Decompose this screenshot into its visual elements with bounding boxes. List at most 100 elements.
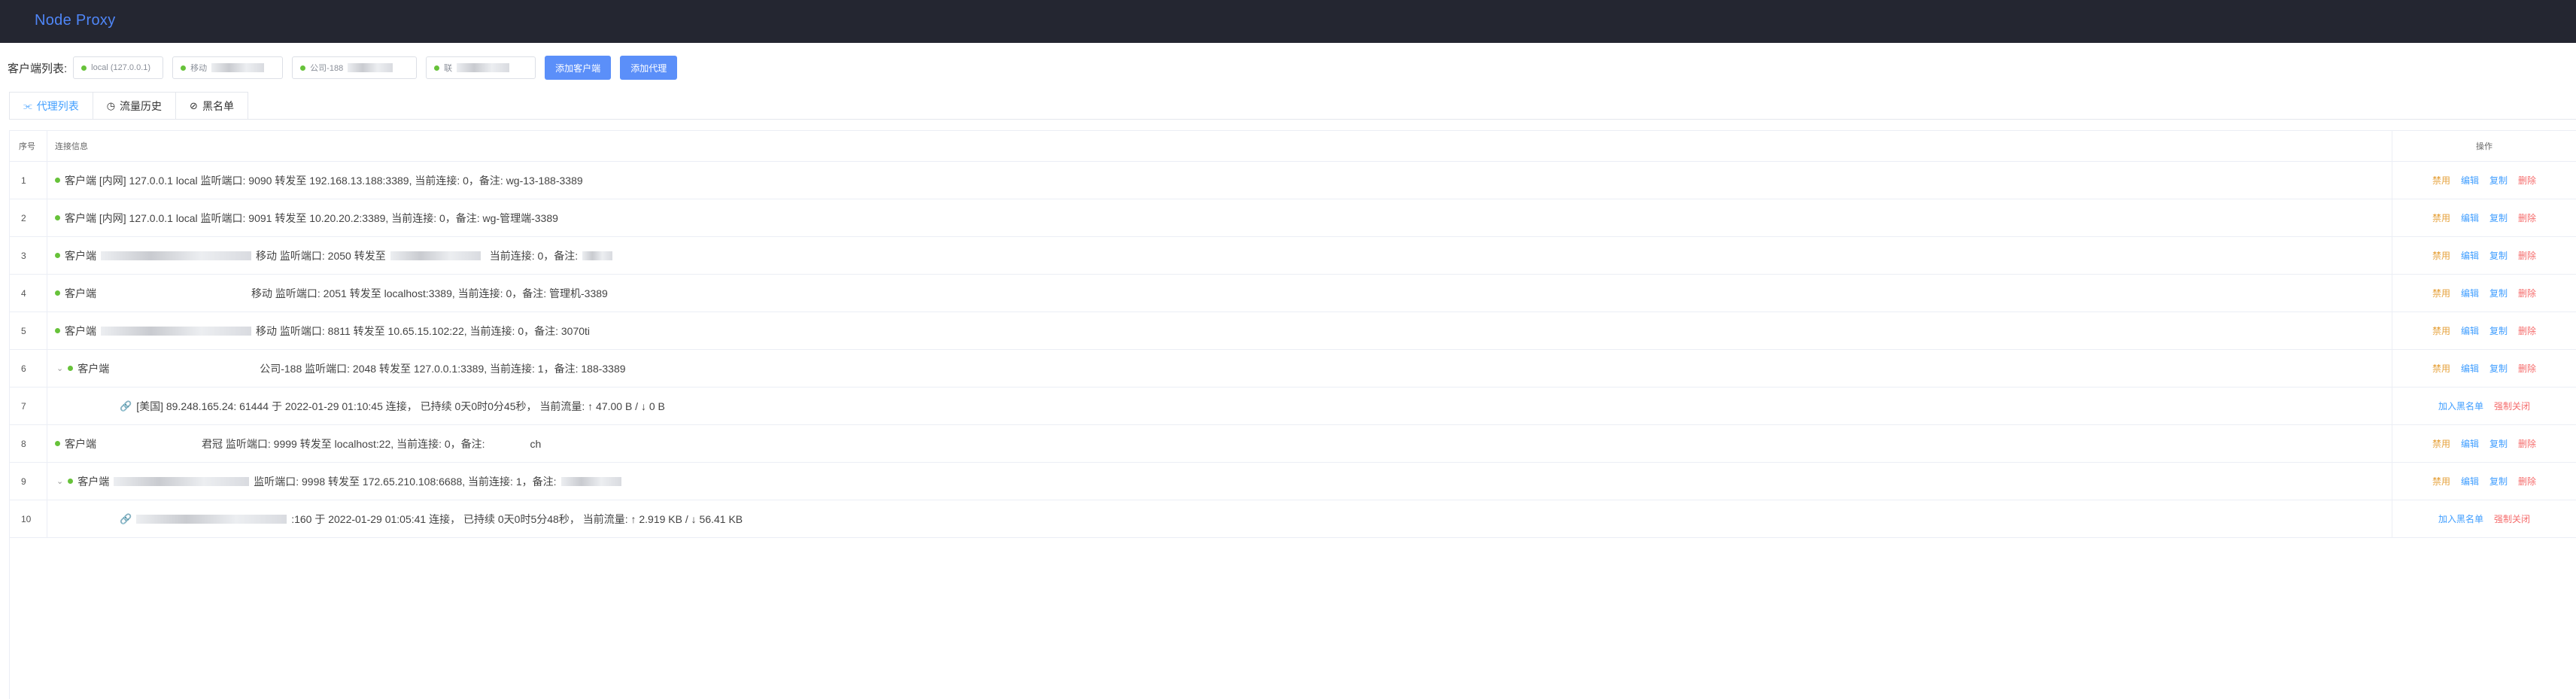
redacted-block (101, 251, 251, 260)
add-to-blacklist-button[interactable]: 加入黑名单 (2438, 512, 2483, 525)
history-icon: ◷ (106, 100, 116, 111)
disable-button[interactable]: 禁用 (2432, 362, 2450, 375)
row-info-text: 客户端 [内网] 127.0.0.1 local 监听端口: 9090 转发至 … (65, 174, 583, 187)
row-no: 9 (10, 463, 47, 500)
edit-button[interactable]: 编辑 (2461, 174, 2479, 187)
disable-button[interactable]: 禁用 (2432, 211, 2450, 224)
copy-button[interactable]: 复制 (2489, 211, 2508, 224)
row-ops: 加入黑名单 强制关闭 (2392, 500, 2576, 537)
row-info-text: 移动 监听端口: 8811 转发至 10.65.15.102:22, 当前连接:… (256, 324, 591, 337)
row-info: 客户端 移动 监听端口: 8811 转发至 10.65.15.102:22, 当… (47, 312, 2392, 349)
online-status-icon (55, 253, 60, 258)
copy-button[interactable]: 复制 (2489, 475, 2508, 488)
proxy-table: 序号 连接信息 操作 1 客户端 [内网] 127.0.0.1 local 监听… (9, 130, 2576, 699)
header-no: 序号 (10, 131, 47, 161)
delete-button[interactable]: 删除 (2518, 324, 2536, 337)
table-row: 8 客户端 君冠 监听端口: 9999 转发至 localhost:22, 当前… (10, 425, 2576, 463)
edit-button[interactable]: 编辑 (2461, 475, 2479, 488)
client-chip-label: 移动 (190, 64, 208, 73)
redacted-block (136, 514, 287, 524)
copy-button[interactable]: 复制 (2489, 249, 2508, 262)
delete-button[interactable]: 删除 (2518, 287, 2536, 299)
disable-button[interactable]: 禁用 (2432, 174, 2450, 187)
row-no: 6 (10, 350, 47, 387)
edit-button[interactable]: 编辑 (2461, 211, 2479, 224)
delete-button[interactable]: 删除 (2518, 437, 2536, 450)
tab-proxy-list[interactable]: ⫘ 代理列表 (9, 92, 93, 120)
row-no: 5 (10, 312, 47, 349)
table-row: 4 客户端 移动 监听端口: 2051 转发至 localhost:3389, … (10, 275, 2576, 312)
online-status-icon (181, 65, 187, 71)
force-close-button[interactable]: 强制关闭 (2494, 400, 2530, 412)
edit-button[interactable]: 编辑 (2461, 437, 2479, 450)
copy-button[interactable]: 复制 (2489, 437, 2508, 450)
add-client-button[interactable]: 添加客户端 (545, 56, 612, 80)
edit-button[interactable]: 编辑 (2461, 324, 2479, 337)
delete-button[interactable]: 删除 (2518, 362, 2536, 375)
table-row: 1 客户端 [内网] 127.0.0.1 local 监听端口: 9090 转发… (10, 162, 2576, 199)
copy-button[interactable]: 复制 (2489, 174, 2508, 187)
copy-button[interactable]: 复制 (2489, 287, 2508, 299)
row-no: 2 (10, 199, 47, 236)
table-header: 序号 连接信息 操作 (10, 131, 2576, 162)
redacted-block (582, 251, 613, 260)
row-ops: 禁用 编辑 复制 删除 (2392, 425, 2576, 462)
redacted-block (560, 476, 621, 486)
row-ops: 禁用 编辑 复制 删除 (2392, 275, 2576, 312)
redacted-block (114, 476, 250, 486)
row-info: ⌄ 客户端 监听端口: 9998 转发至 172.65.210.108:6688… (47, 463, 2392, 500)
row-info-prefix: 客户端 (65, 324, 96, 337)
disable-button[interactable]: 禁用 (2432, 249, 2450, 262)
client-chip-label: 联 (444, 64, 453, 73)
row-info: 🔗 [美国] 89.248.165.24: 61444 于 2022-01-29… (47, 387, 2392, 424)
force-close-button[interactable]: 强制关闭 (2494, 512, 2530, 525)
row-ops: 禁用 编辑 复制 删除 (2392, 312, 2576, 349)
delete-button[interactable]: 删除 (2518, 249, 2536, 262)
row-ops: 禁用 编辑 复制 删除 (2392, 350, 2576, 387)
link-icon: 🔗 (120, 512, 132, 524)
disable-button[interactable]: 禁用 (2432, 324, 2450, 337)
redacted-block (390, 251, 481, 260)
tab-blacklist[interactable]: ⊘ 黑名单 (175, 92, 248, 120)
online-status-icon (55, 441, 60, 446)
online-status-icon (81, 65, 87, 71)
add-to-blacklist-button[interactable]: 加入黑名单 (2438, 400, 2483, 412)
row-no: 10 (10, 500, 47, 537)
row-info: 客户端 [内网] 127.0.0.1 local 监听端口: 9090 转发至 … (47, 162, 2392, 199)
expand-chevron-icon[interactable]: ⌄ (56, 363, 63, 373)
disable-button[interactable]: 禁用 (2432, 475, 2450, 488)
table-row: 10 🔗 :160 于 2022-01-29 01:05:41 连接， 已持续 … (10, 500, 2576, 538)
disable-button[interactable]: 禁用 (2432, 437, 2450, 450)
row-info-text: 客户端 [内网] 127.0.0.1 local 监听端口: 9091 转发至 … (65, 211, 558, 224)
client-chip-label: local (127.0.0.1) (91, 63, 151, 72)
delete-button[interactable]: 删除 (2518, 174, 2536, 187)
expand-chevron-icon[interactable]: ⌄ (56, 476, 63, 486)
tab-label: 代理列表 (36, 100, 79, 112)
row-info-text: :160 于 2022-01-29 01:05:41 连接， 已持续 0天0时5… (291, 512, 743, 525)
delete-button[interactable]: 删除 (2518, 475, 2536, 488)
delete-button[interactable]: 删除 (2518, 211, 2536, 224)
client-chip-unicom[interactable]: 联 (426, 56, 536, 79)
client-chip-local[interactable]: local (127.0.0.1) (73, 56, 164, 79)
edit-button[interactable]: 编辑 (2461, 249, 2479, 262)
row-info-suffix: ch (530, 437, 542, 450)
row-info-text: 公司-188 监听端口: 2048 转发至 127.0.0.1:3389, 当前… (260, 362, 626, 375)
row-info: 客户端 [内网] 127.0.0.1 local 监听端口: 9091 转发至 … (47, 199, 2392, 236)
client-chip-company[interactable]: 公司-188 (292, 56, 418, 79)
edit-button[interactable]: 编辑 (2461, 362, 2479, 375)
copy-button[interactable]: 复制 (2489, 362, 2508, 375)
main-tabs: ⫘ 代理列表 ◷ 流量历史 ⊘ 黑名单 (9, 92, 248, 120)
copy-button[interactable]: 复制 (2489, 324, 2508, 337)
row-no: 3 (10, 237, 47, 274)
row-info-text: 监听端口: 9998 转发至 172.65.210.108:6688, 当前连接… (254, 475, 557, 488)
row-ops: 禁用 编辑 复制 删除 (2392, 463, 2576, 500)
disable-button[interactable]: 禁用 (2432, 287, 2450, 299)
client-list-label: 客户端列表: (8, 62, 68, 75)
header-ops: 操作 (2476, 142, 2492, 151)
client-chip-mobile[interactable]: 移动 (172, 56, 284, 79)
row-info-prefix: 客户端 (77, 362, 110, 375)
app-title: Node Proxy (35, 12, 116, 29)
edit-button[interactable]: 编辑 (2461, 287, 2479, 299)
tab-traffic-history[interactable]: ◷ 流量历史 (92, 92, 177, 120)
add-proxy-button[interactable]: 添加代理 (620, 56, 678, 80)
